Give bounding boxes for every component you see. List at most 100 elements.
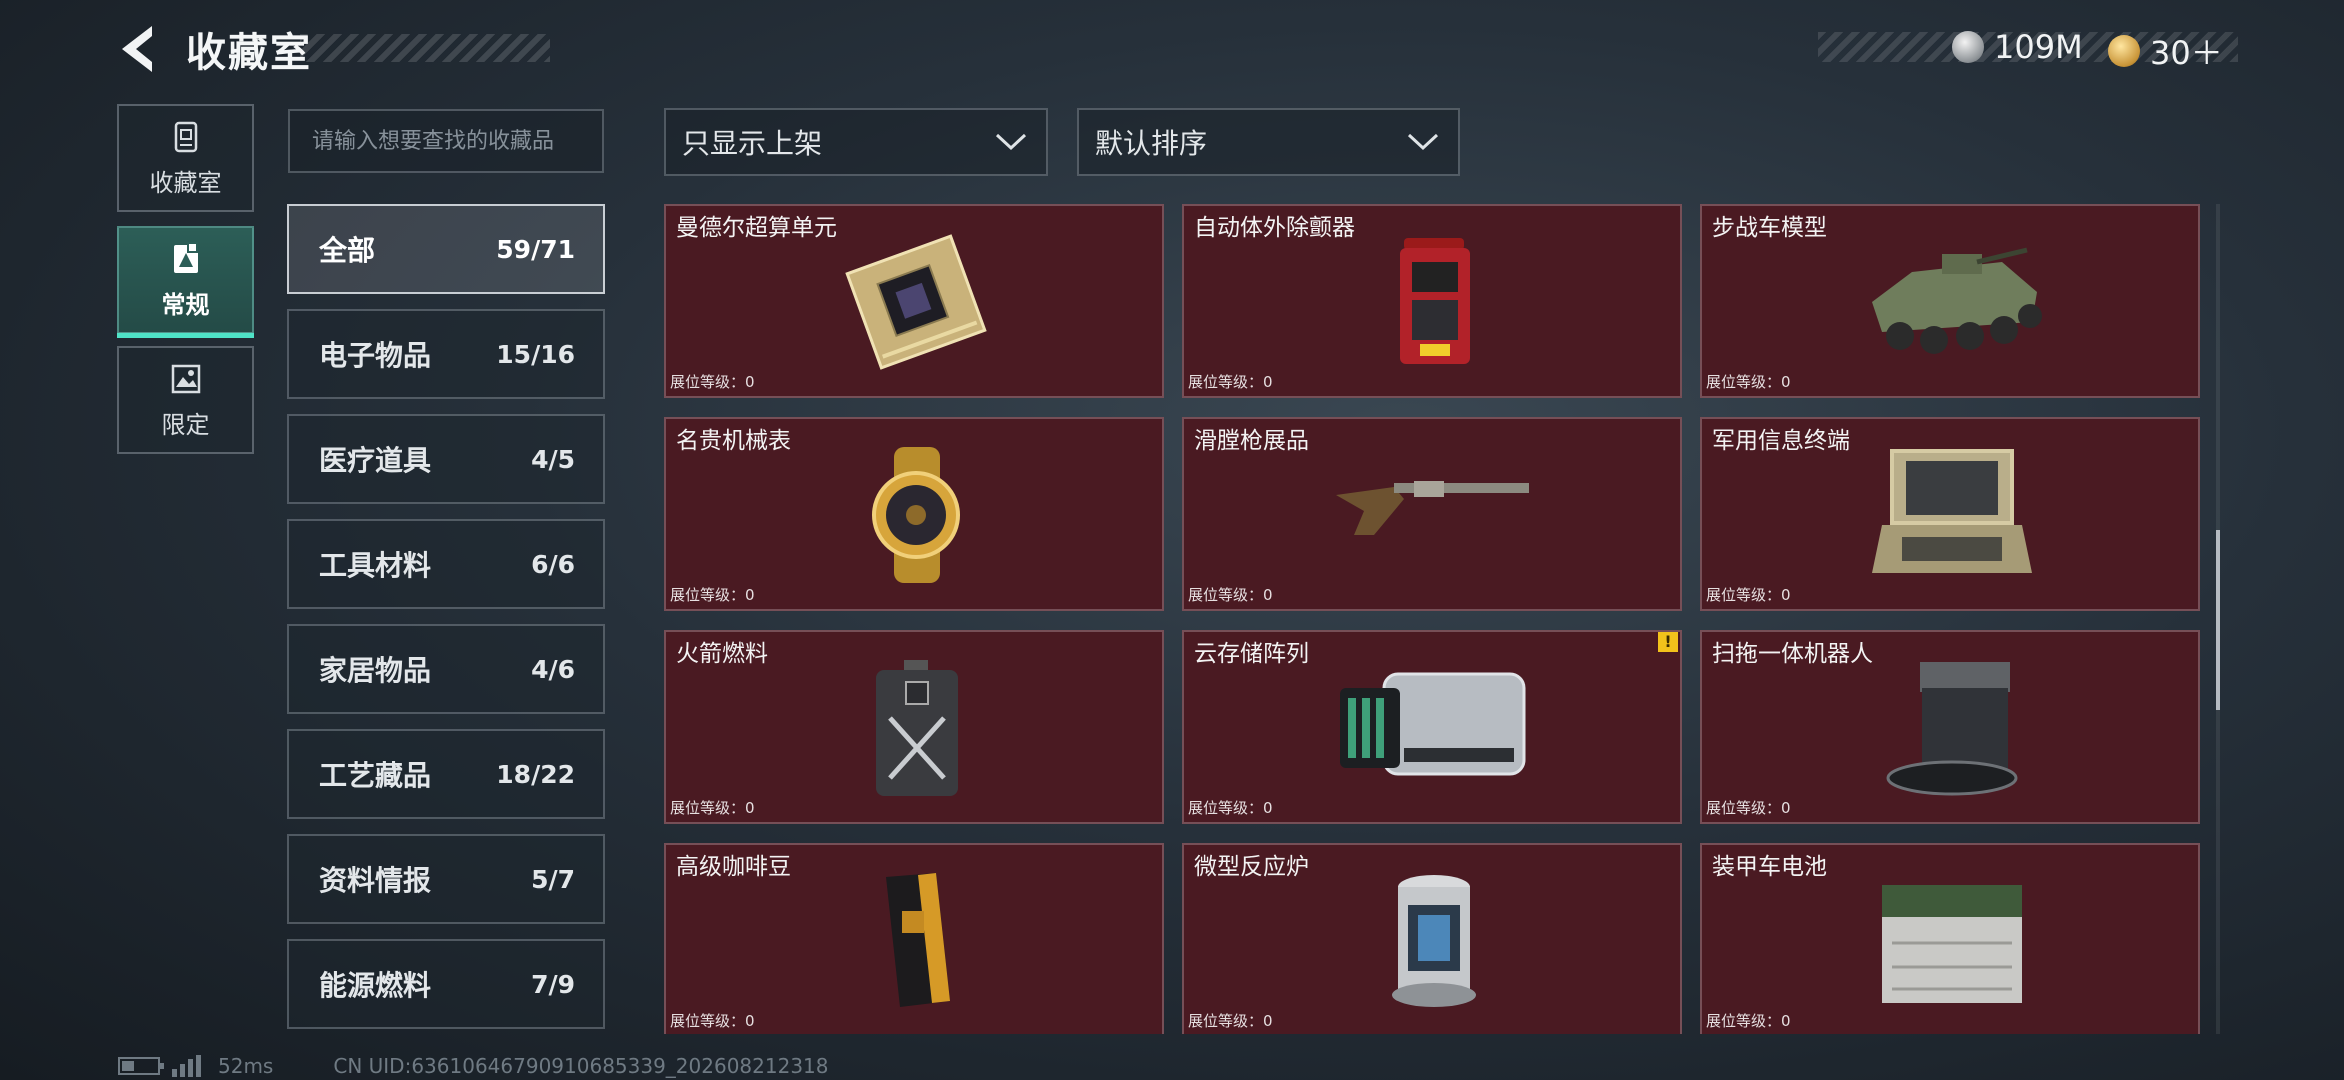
- category-energy[interactable]: 能源燃料 7/9: [287, 939, 605, 1029]
- item-name: 高级咖啡豆: [676, 854, 791, 880]
- title-decoration: [300, 34, 550, 62]
- level-prefix: 展位等级：: [1188, 586, 1264, 604]
- back-button[interactable]: [112, 22, 168, 76]
- armored-battery-icon: [1882, 885, 2022, 1003]
- item-level: 展位等级：0: [1188, 1010, 1273, 1031]
- item-name: 装甲车电池: [1712, 854, 1827, 880]
- category-electronics[interactable]: 电子物品 15/16: [287, 309, 605, 399]
- level-prefix: 展位等级：: [670, 373, 746, 391]
- nav-tab-collection[interactable]: 收藏室: [117, 104, 254, 212]
- sort-dropdown[interactable]: 默认排序: [1077, 108, 1460, 176]
- collection-item-card[interactable]: 火箭燃料 展位等级：0: [664, 630, 1164, 824]
- collection-item-card[interactable]: 装甲车电池 展位等级：0: [1700, 843, 2200, 1034]
- item-name: 火箭燃料: [676, 641, 768, 667]
- signal-icon: [172, 1055, 204, 1077]
- level-prefix: 展位等级：: [670, 799, 746, 817]
- collection-room-icon: [174, 121, 197, 152]
- item-level: 展位等级：0: [1188, 584, 1273, 605]
- category-intel[interactable]: 资料情报 5/7: [287, 834, 605, 924]
- item-level: 展位等级：0: [670, 1010, 755, 1031]
- collection-grid: 曼德尔超算单元 展位等级：0 自动体外除颤器 展位等级：0 步战车模型 展位等级…: [664, 204, 2202, 1034]
- level-value: 0: [745, 799, 755, 817]
- level-value: 0: [745, 586, 755, 604]
- category-count: 18/22: [496, 759, 575, 789]
- collection-item-card[interactable]: 自动体外除颤器 展位等级：0: [1182, 204, 1682, 398]
- item-level: 展位等级：0: [670, 797, 755, 818]
- level-value: 0: [745, 1012, 755, 1030]
- silver-coin-icon: [1952, 31, 1984, 63]
- ping-value: 52ms: [218, 1054, 274, 1078]
- ifv-model-icon: [1872, 247, 2042, 354]
- rocket-fuel-icon: [876, 660, 958, 796]
- collection-item-card[interactable]: 曼德尔超算单元 展位等级：0: [664, 204, 1164, 398]
- coffee-beans-icon: [886, 873, 950, 1007]
- category-count: 4/6: [531, 654, 575, 684]
- item-name: 微型反应炉: [1194, 854, 1309, 880]
- header-bar: 收藏室 109M 30＋: [0, 0, 2344, 100]
- regular-card-icon: [173, 241, 198, 273]
- level-value: 0: [745, 373, 755, 391]
- item-level: 展位等级：0: [1706, 371, 1791, 392]
- collection-item-card[interactable]: 名贵机械表 展位等级：0: [664, 417, 1164, 611]
- user-uid: CN UID:63610646790910685339_202608212318: [333, 1054, 829, 1078]
- chevron-down-icon: [995, 133, 1027, 151]
- category-medical[interactable]: 医疗道具 4/5: [287, 414, 605, 504]
- category-label: 电子物品: [319, 339, 432, 372]
- level-prefix: 展位等级：: [1188, 799, 1264, 817]
- category-household[interactable]: 家居物品 4/6: [287, 624, 605, 714]
- display-filter-dropdown[interactable]: 只显示上架: [664, 108, 1048, 176]
- military-terminal-icon: [1872, 449, 2032, 573]
- collection-item-card[interactable]: 军用信息终端 展位等级：0: [1700, 417, 2200, 611]
- robot-vacuum-icon: [1886, 662, 2018, 796]
- category-label: 家居物品: [319, 654, 432, 687]
- category-count: 15/16: [496, 339, 575, 369]
- gold-coin-icon: [2108, 35, 2140, 67]
- collection-search-input[interactable]: [288, 109, 604, 173]
- musket-icon: [1336, 481, 1529, 535]
- item-name: 自动体外除颤器: [1194, 215, 1355, 241]
- nav-tab-collection-label: 收藏室: [149, 168, 222, 197]
- level-value: 0: [1781, 799, 1791, 817]
- item-name: 云存储阵列: [1194, 641, 1309, 667]
- category-all[interactable]: 全部 59/71: [287, 204, 605, 294]
- limited-image-icon: [171, 364, 200, 393]
- nav-tab-regular-label: 常规: [161, 290, 210, 319]
- supercomputer-unit-icon: [845, 234, 987, 370]
- level-value: 0: [1781, 373, 1791, 391]
- collection-item-card[interactable]: 微型反应炉 展位等级：0: [1182, 843, 1682, 1034]
- item-name: 扫拖一体机器人: [1712, 641, 1873, 667]
- category-count: 6/6: [531, 549, 575, 579]
- grid-scrollbar-thumb[interactable]: [2216, 530, 2220, 710]
- item-level: 展位等级：0: [670, 371, 755, 392]
- defibrillator-icon: [1400, 238, 1470, 364]
- item-level: 展位等级：0: [1706, 1010, 1791, 1031]
- level-prefix: 展位等级：: [1188, 1012, 1264, 1030]
- category-count: 4/5: [531, 444, 575, 474]
- level-value: 0: [1781, 1012, 1791, 1030]
- sort-value: 默认排序: [1095, 127, 1208, 160]
- back-arrow-icon: [122, 26, 152, 72]
- item-name: 军用信息终端: [1712, 428, 1850, 454]
- collection-item-card[interactable]: 高级咖啡豆 展位等级：0: [664, 843, 1164, 1034]
- category-count: 59/71: [496, 234, 575, 264]
- collection-item-card[interactable]: 扫拖一体机器人 展位等级：0: [1700, 630, 2200, 824]
- display-filter-value: 只显示上架: [682, 127, 823, 160]
- category-crafts[interactable]: 工艺藏品 18/22: [287, 729, 605, 819]
- nav-tab-limited[interactable]: 限定: [117, 346, 254, 454]
- level-prefix: 展位等级：: [1188, 373, 1264, 391]
- status-bar: 52ms CN UID:63610646790910685339_2026082…: [118, 1054, 829, 1078]
- level-prefix: 展位等级：: [1706, 799, 1782, 817]
- item-level: 展位等级：0: [1706, 584, 1791, 605]
- level-prefix: 展位等级：: [670, 1012, 746, 1030]
- currency-silver: 109M: [1952, 28, 2083, 66]
- item-level: 展位等级：0: [670, 584, 755, 605]
- category-count: 7/9: [531, 969, 575, 999]
- collection-item-card[interactable]: 步战车模型 展位等级：0: [1700, 204, 2200, 398]
- item-name: 曼德尔超算单元: [676, 215, 837, 241]
- warning-badge: !: [1658, 632, 1678, 652]
- collection-item-card[interactable]: 滑膛枪展品 展位等级：0: [1182, 417, 1682, 611]
- nav-tab-regular[interactable]: 常规: [117, 226, 254, 338]
- category-tools[interactable]: 工具材料 6/6: [287, 519, 605, 609]
- collection-item-card[interactable]: 云存储阵列 ! 展位等级：0: [1182, 630, 1682, 824]
- category-label: 资料情报: [319, 864, 432, 897]
